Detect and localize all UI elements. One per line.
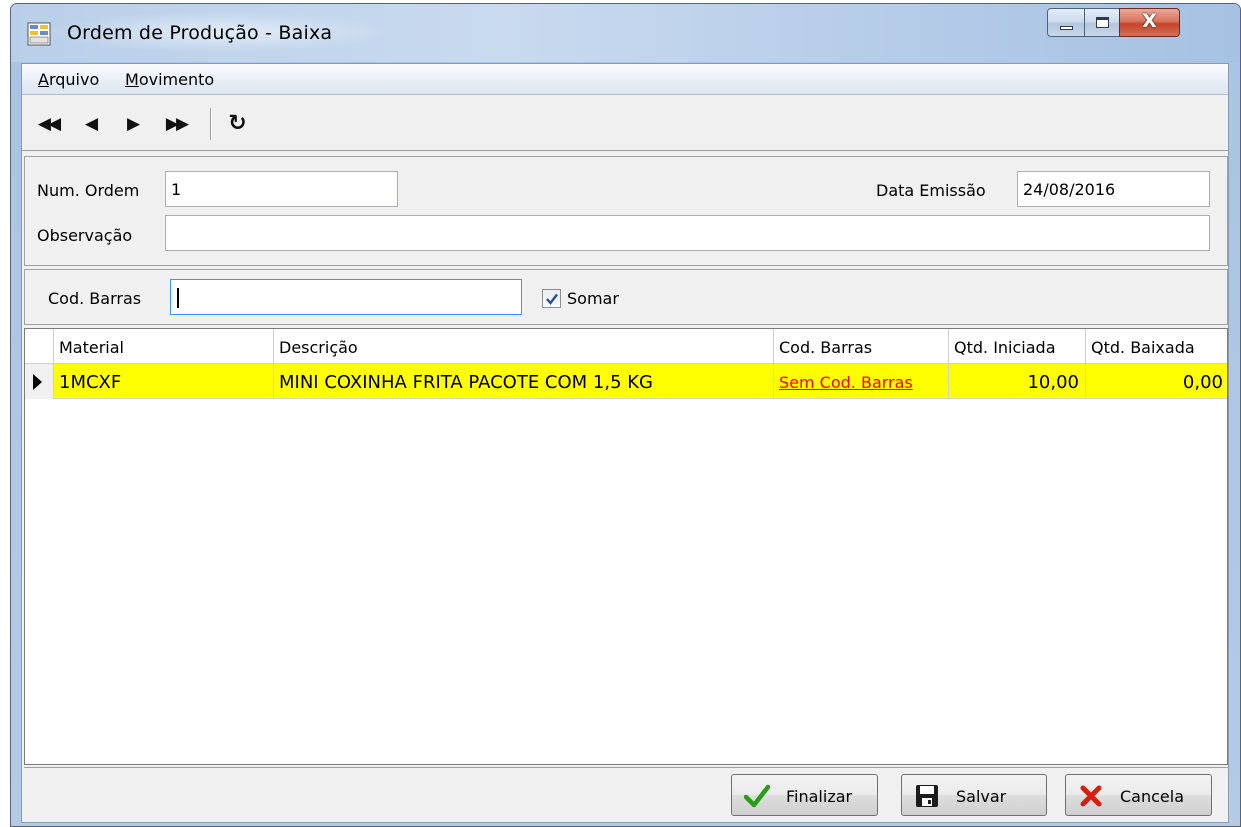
menu-arquivo-mnemonic: A xyxy=(38,70,49,89)
salvar-label: Salvar xyxy=(956,787,1007,806)
form-grid-icon xyxy=(27,22,51,46)
finalizar-label: Finalizar xyxy=(786,787,853,806)
maximize-button[interactable] xyxy=(1084,8,1120,37)
floppy-disk-icon xyxy=(916,785,938,807)
cod-barras-label: Cod. Barras xyxy=(48,289,142,308)
data-emissao-input[interactable]: 24/08/2016 xyxy=(1017,171,1210,207)
barcode-panel: Cod. Barras Somar xyxy=(24,269,1228,325)
column-header-cod-barras[interactable]: Cod. Barras xyxy=(774,329,949,364)
menu-arquivo-label: rquivo xyxy=(48,70,100,89)
menu-arquivo[interactable]: Arquivo xyxy=(38,70,99,89)
last-record-button[interactable]: ▶▶ xyxy=(162,111,190,137)
first-record-button[interactable]: ◀◀ xyxy=(34,111,62,137)
next-record-button[interactable]: ▶ xyxy=(118,111,146,137)
menu-movimento-mnemonic: M xyxy=(125,70,139,89)
current-row-arrow-icon xyxy=(33,374,42,390)
cell-cod-barras-link[interactable]: Sem Cod. Barras xyxy=(774,364,949,399)
menu-movimento-label: ovimento xyxy=(138,70,215,89)
column-header-qtd-baixada[interactable]: Qtd. Baixada xyxy=(1086,329,1227,364)
x-cross-icon xyxy=(1080,785,1102,807)
checkmark-icon xyxy=(744,784,770,808)
somar-checkbox[interactable] xyxy=(542,289,561,308)
salvar-button[interactable]: Salvar xyxy=(901,774,1047,816)
finalizar-button[interactable]: Finalizar xyxy=(731,774,878,816)
text-caret xyxy=(177,288,179,308)
grid-header-row: Material Descrição Cod. Barras Qtd. Inic… xyxy=(25,329,1227,364)
cell-qtd-baixada[interactable]: 0,00 xyxy=(1086,364,1227,399)
materials-grid[interactable]: Material Descrição Cod. Barras Qtd. Inic… xyxy=(24,328,1228,765)
row-indicator xyxy=(25,364,54,399)
table-row[interactable]: 1MCXF MINI COXINHA FRITA PACOTE COM 1,5 … xyxy=(25,364,1227,399)
row-indicator-header xyxy=(25,329,54,364)
previous-record-button[interactable]: ◀ xyxy=(76,111,104,137)
window-title: Ordem de Produção - Baixa xyxy=(67,22,333,44)
menu-bar: Arquivo Movimento xyxy=(22,64,1228,95)
app-window: Ordem de Produção - Baixa X Arquivo Movi… xyxy=(10,3,1241,827)
data-emissao-label: Data Emissão xyxy=(876,181,986,200)
column-header-descricao[interactable]: Descrição xyxy=(274,329,774,364)
window-client-area: Arquivo Movimento ◀◀ ◀ ▶ ▶▶ ↻ Num. Ordem… xyxy=(21,63,1229,823)
num-ordem-label: Num. Ordem xyxy=(37,181,140,200)
order-header-panel: Num. Ordem 1 Data Emissão 24/08/2016 Obs… xyxy=(24,156,1228,266)
refresh-button[interactable]: ↻ xyxy=(222,111,250,137)
somar-label: Somar xyxy=(567,289,619,308)
action-bar: Finalizar Salvar Cancela xyxy=(24,767,1228,822)
column-header-material[interactable]: Material xyxy=(54,329,274,364)
cod-barras-input[interactable] xyxy=(170,279,522,315)
check-icon xyxy=(546,293,558,305)
close-icon: X xyxy=(1142,10,1157,32)
cancela-label: Cancela xyxy=(1120,787,1185,806)
num-ordem-input[interactable]: 1 xyxy=(165,171,398,207)
observacao-label: Observação xyxy=(37,226,133,245)
minimize-icon xyxy=(1060,26,1073,30)
cell-material[interactable]: 1MCXF xyxy=(54,364,274,399)
maximize-icon xyxy=(1096,17,1109,28)
minimize-button[interactable] xyxy=(1047,8,1085,37)
close-button[interactable]: X xyxy=(1119,8,1180,37)
menu-movimento[interactable]: Movimento xyxy=(125,70,214,89)
observacao-input[interactable] xyxy=(165,215,1210,251)
cell-descricao[interactable]: MINI COXINHA FRITA PACOTE COM 1,5 KG xyxy=(274,364,774,399)
toolbar-separator xyxy=(210,108,212,140)
title-bar[interactable]: Ordem de Produção - Baixa X xyxy=(11,4,1240,62)
cancela-button[interactable]: Cancela xyxy=(1065,774,1212,816)
navigation-toolbar: ◀◀ ◀ ▶ ▶▶ ↻ xyxy=(22,96,1228,151)
cell-qtd-iniciada[interactable]: 10,00 xyxy=(949,364,1086,399)
column-header-qtd-iniciada[interactable]: Qtd. Iniciada xyxy=(949,329,1086,364)
